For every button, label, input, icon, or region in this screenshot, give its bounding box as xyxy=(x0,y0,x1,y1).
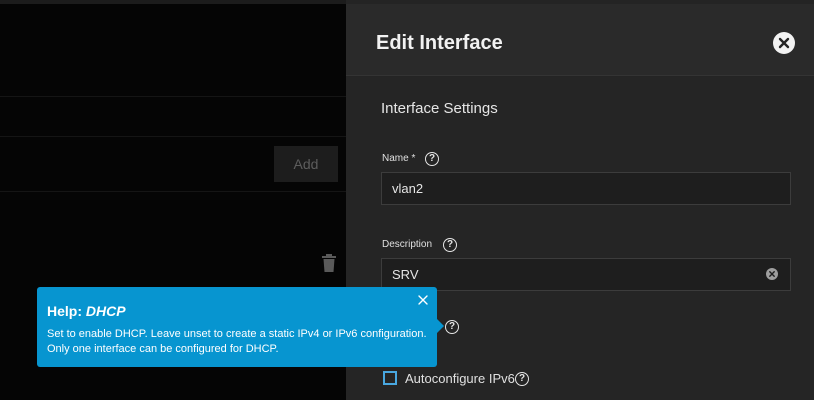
background-top-band xyxy=(0,0,346,4)
add-button[interactable]: Add xyxy=(274,146,338,182)
background-divider xyxy=(0,136,346,137)
dhcp-help-icon[interactable]: ? xyxy=(445,320,459,334)
ipv6-help-icon[interactable]: ? xyxy=(515,372,529,386)
tooltip-topic: DHCP xyxy=(85,303,126,319)
close-panel-button[interactable] xyxy=(773,32,795,54)
description-label: Description xyxy=(382,239,433,250)
trash-icon[interactable] xyxy=(321,254,337,272)
background-divider xyxy=(0,96,346,97)
help-tooltip: Help: DHCP Set to enable DHCP. Leave uns… xyxy=(37,287,437,367)
panel-title: Edit Interface xyxy=(376,32,503,54)
tooltip-arrow xyxy=(437,319,444,333)
tooltip-close-icon[interactable] xyxy=(417,293,429,305)
description-input[interactable] xyxy=(381,258,791,291)
description-help-icon[interactable]: ? xyxy=(443,238,457,252)
name-help-icon[interactable]: ? xyxy=(425,152,439,166)
tooltip-heading: Help: DHCP xyxy=(47,303,126,319)
tooltip-text: Set to enable DHCP. Leave unset to creat… xyxy=(47,328,427,355)
background-divider xyxy=(0,191,346,192)
close-icon xyxy=(778,37,790,49)
autoconfigure-ipv6-label: Autoconfigure IPv6 xyxy=(405,371,515,386)
panel-header: Edit Interface xyxy=(346,4,814,76)
clear-input-icon[interactable] xyxy=(766,268,778,280)
required-mark: * xyxy=(411,153,416,164)
section-title: Interface Settings xyxy=(381,100,498,117)
name-input[interactable] xyxy=(381,172,791,205)
name-label: Name * xyxy=(382,153,416,164)
autoconfigure-ipv6-checkbox[interactable] xyxy=(383,371,397,385)
